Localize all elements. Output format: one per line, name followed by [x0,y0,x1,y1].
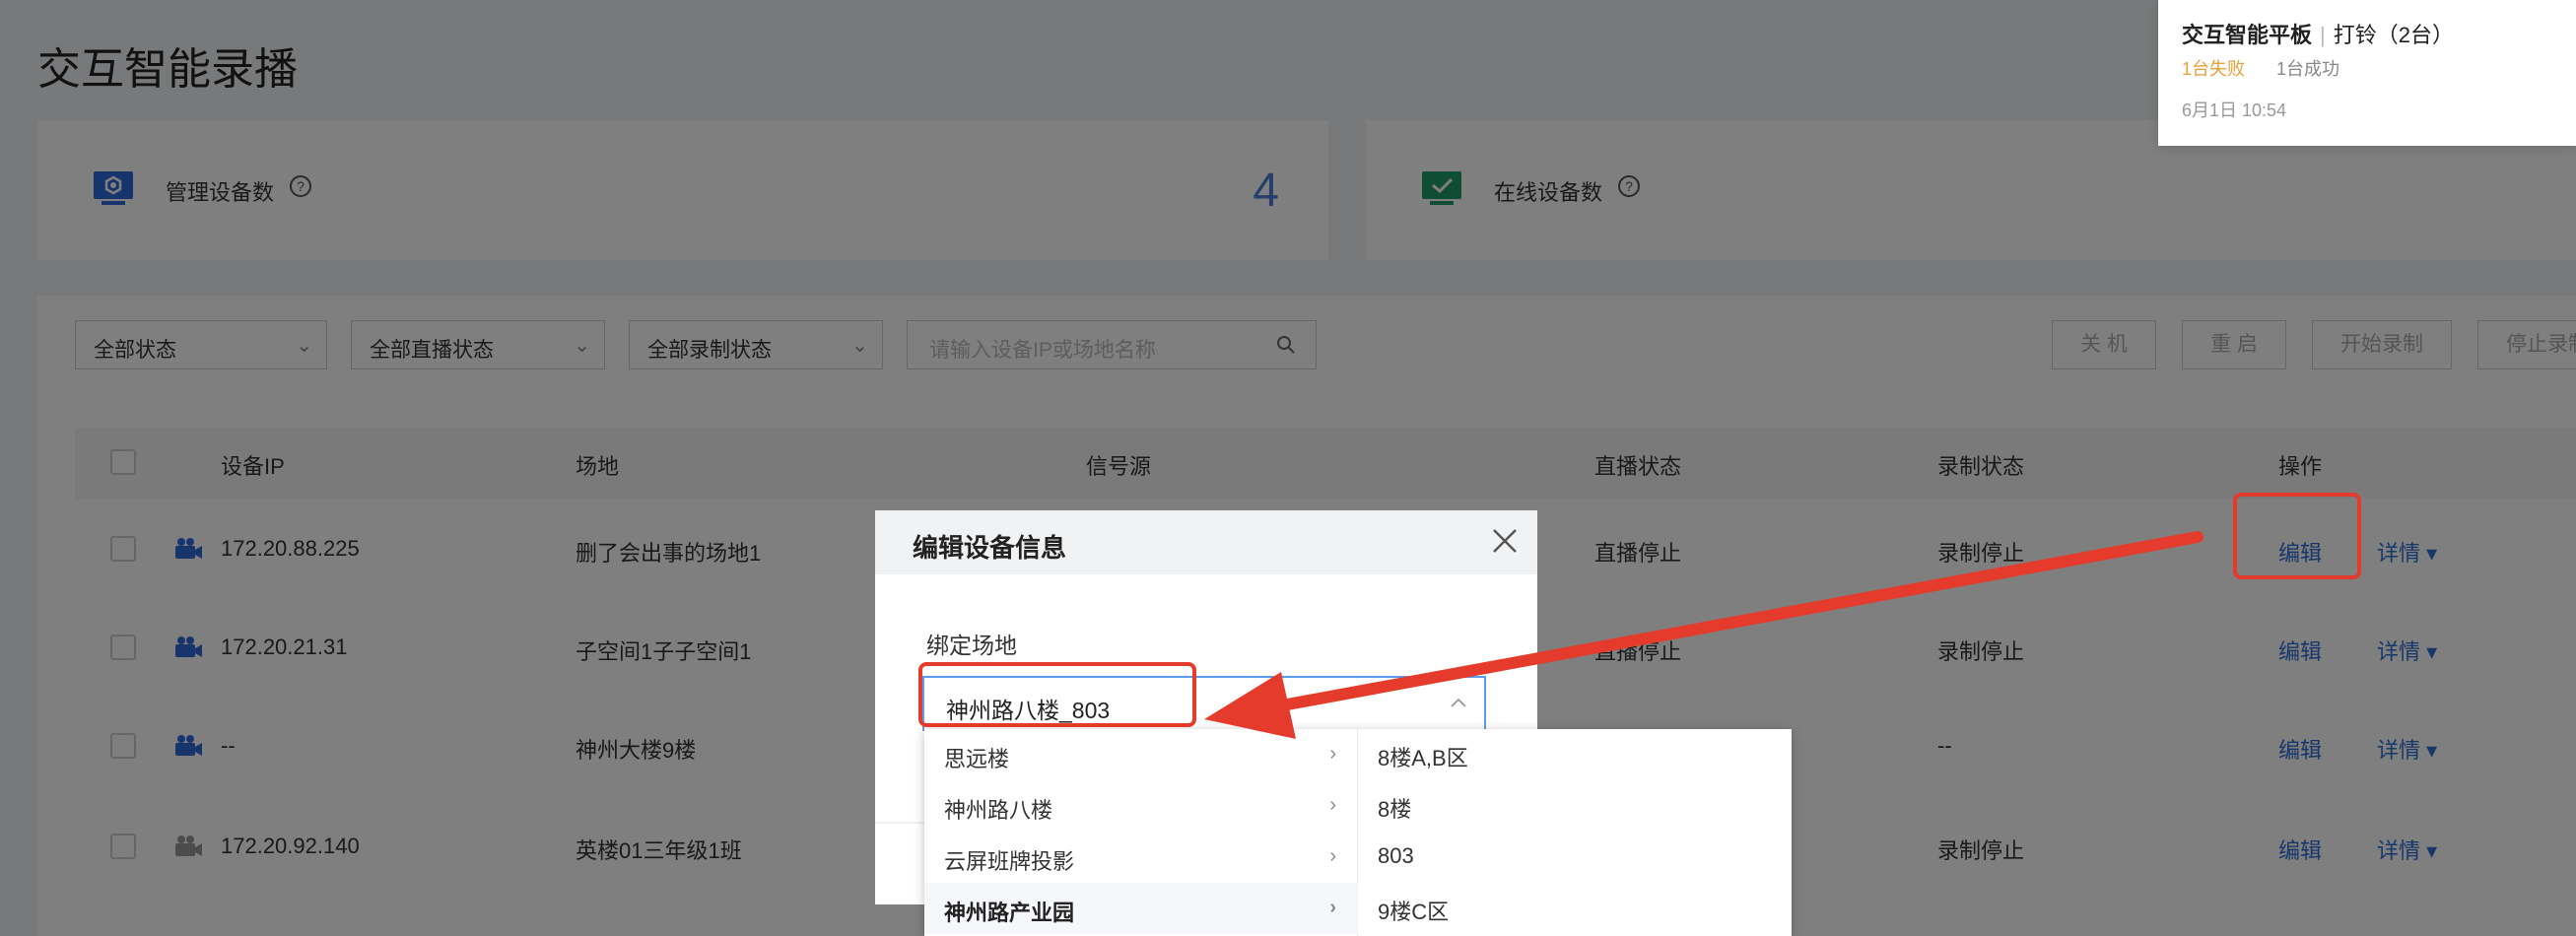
chevron-up-icon [1451,698,1466,707]
venue-cascader: 思远楼 › 神州路八楼 › 云屏班牌投影 › 神州路产业园 › 8楼A,B区 8楼 80… [924,729,1792,936]
chevron-right-icon: › [1329,897,1336,918]
cascader-option-active[interactable]: 神州路产业园 › [924,883,1358,934]
dialog-title: 编辑设备信息 [913,533,1067,563]
close-icon[interactable] [1490,526,1520,556]
chevron-right-icon: › [1329,794,1336,816]
chevron-right-icon: › [1329,845,1336,867]
notification-fail-count: 1台失败 [2182,59,2246,79]
cascader-sub-option[interactable]: 9楼C区 [1378,895,1449,926]
notification-success-count: 1台成功 [2276,59,2340,79]
cascader-sub-option[interactable]: 803 [1378,843,1414,869]
cascader-option[interactable]: 云屏班牌投影 › [924,832,1358,883]
annotation-highlight-select [918,662,1196,727]
cascader-level1: 思远楼 › 神州路八楼 › 云屏班牌投影 › 神州路产业园 › [924,729,1358,936]
chevron-right-icon: › [1329,743,1336,765]
cascader-option[interactable]: 思远楼 › [924,729,1358,780]
cascader-option[interactable]: 神州路八楼 › [924,780,1358,832]
notification-title: 交互智能平板 | 打铃（2台） [2182,23,2454,47]
annotation-highlight-edit [2233,493,2361,579]
notification-toast: 交互智能平板 | 打铃（2台） 1台失败 1台成功 6月1日 10:54 [2158,0,2576,146]
notification-time: 6月1日 10:54 [2182,100,2287,120]
dialog-header: 编辑设备信息 [875,510,1537,574]
cascader-sub-option[interactable]: 8楼A,B区 [1378,741,1468,772]
bind-venue-label: 绑定场地 [926,633,1017,658]
cascader-sub-option[interactable]: 8楼 [1378,792,1411,824]
